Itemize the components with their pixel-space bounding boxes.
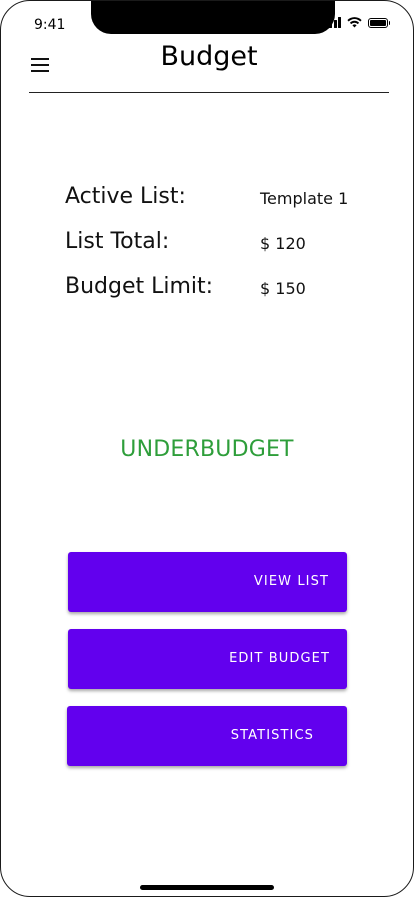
list-total-label: List Total: [65, 229, 170, 254]
wifi-icon [347, 17, 362, 28]
home-indicator[interactable] [140, 885, 274, 890]
active-list-label: Active List: [65, 184, 186, 209]
edit-budget-label: EDIT BUDGET [229, 651, 330, 666]
budget-limit-value: $ 150 [260, 279, 306, 298]
status-time: 9:41 [34, 17, 66, 33]
battery-icon [368, 17, 390, 28]
view-list-button[interactable]: VIEW LIST [68, 552, 347, 612]
device-notch [91, 1, 335, 34]
active-list-value: Template 1 [260, 189, 349, 208]
budget-status-text: UNDERBUDGET [120, 437, 294, 462]
app-bar: Budget [29, 37, 389, 93]
statistics-label: STATISTICS [230, 728, 314, 743]
list-total-row: List Total: $ 120 [65, 229, 365, 274]
budget-limit-label: Budget Limit: [65, 274, 214, 299]
page-title: Budget [160, 41, 258, 72]
cellular-signal-icon [324, 17, 341, 28]
budget-summary: Active List: Template 1 List Total: $ 12… [65, 184, 365, 319]
phone-frame: 9:41 Budget Active List: Template 1 List… [0, 0, 414, 897]
statistics-button[interactable]: STATISTICS [67, 706, 347, 766]
edit-budget-button[interactable]: EDIT BUDGET [68, 629, 347, 689]
list-total-value: $ 120 [260, 234, 306, 253]
active-list-row: Active List: Template 1 [65, 184, 365, 229]
budget-limit-row: Budget Limit: $ 150 [65, 274, 365, 319]
view-list-label: VIEW LIST [253, 574, 329, 589]
status-icons [324, 17, 390, 28]
